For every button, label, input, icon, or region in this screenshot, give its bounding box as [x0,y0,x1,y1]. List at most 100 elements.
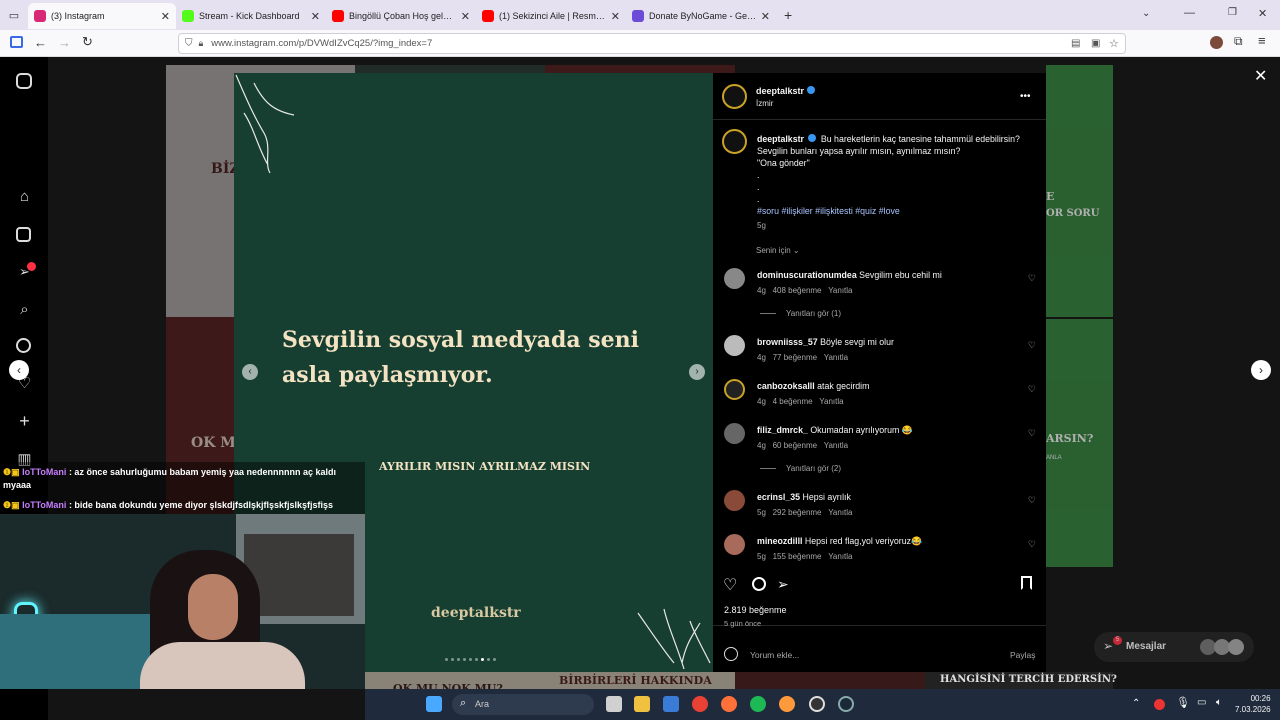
comment-likes[interactable]: 60 beğenme [773,441,817,450]
more-options-icon[interactable]: ••• [1020,91,1031,102]
comment-like-heart-icon[interactable]: ♡ [1028,539,1036,550]
reply-button[interactable]: Yanıtla [828,286,852,295]
tab-overflow-chevron-icon[interactable]: ⌄ [1142,8,1150,19]
chrome-icon[interactable] [692,696,708,712]
new-tab-button[interactable]: + [784,7,792,23]
taskbar-search[interactable]: ⌕ Ara [452,694,594,715]
comment-username[interactable]: mineozdilll [757,536,802,546]
reader-view-icon[interactable]: ▤ [1071,38,1080,49]
comment-like-heart-icon[interactable]: ♡ [1028,384,1036,395]
caption-hashtags[interactable]: #soru #ilişkiler #ilişkitesti #quiz #lov… [757,205,1037,217]
comment-username[interactable]: filiz_dmrck_ [757,425,808,435]
sort-comments-dropdown[interactable]: Senin için ⌄ [756,246,800,255]
comment-like-heart-icon[interactable]: ♡ [1028,428,1036,439]
close-icon[interactable]: ✕ [1254,66,1267,86]
comment-bubble-icon[interactable] [752,577,766,591]
reload-icon[interactable]: ↻ [82,34,93,50]
author-avatar[interactable] [722,84,747,109]
home-icon[interactable]: ⌂ [16,188,33,205]
comment-like-heart-icon[interactable]: ♡ [1028,340,1036,351]
commenter-avatar[interactable] [724,268,745,289]
comment-likes[interactable]: 77 beğenme [773,353,817,362]
comment-username[interactable]: browniisss_57 [757,337,818,347]
create-plus-icon[interactable]: + [16,412,33,430]
close-tab-icon[interactable]: ✕ [611,10,620,23]
comment-username[interactable]: ecrinsl_35 [757,492,800,502]
commenter-avatar[interactable] [724,423,745,444]
comment-like-heart-icon[interactable]: ♡ [1028,495,1036,506]
reply-button[interactable]: Yanıtla [819,397,843,406]
messages-button[interactable]: ➢ 5 Mesajlar [1094,632,1254,662]
mail-icon[interactable] [663,696,679,712]
task-view-icon[interactable] [606,696,622,712]
commenter-avatar[interactable] [724,490,745,511]
previous-slide-button[interactable]: ‹ [242,364,258,380]
menu-icon[interactable]: ≡ [1258,33,1266,48]
clock[interactable]: 00:26 7.03.2026 [1235,693,1271,715]
explore-compass-icon[interactable] [16,338,31,353]
tab-kick[interactable]: Stream - Kick Dashboard ✕ [176,3,326,29]
search-icon[interactable]: ⌕ [16,301,33,318]
url-text[interactable]: www.instagram.com/p/DVWdIZvCq25/?img_ind… [211,38,432,49]
file-explorer-icon[interactable] [634,696,650,712]
comment-input[interactable]: Yorum ekle... [750,650,799,660]
extensions-icon[interactable]: ⧉ [1234,34,1243,49]
steam-icon[interactable] [838,696,854,712]
close-tab-icon[interactable]: ✕ [311,10,320,23]
save-bookmark-icon[interactable] [1021,576,1032,590]
commenter-avatar[interactable] [724,379,745,400]
address-bar[interactable]: ⛉ 🔒︎ www.instagram.com/p/DVWdIZvCq25/?im… [178,33,1126,54]
emoji-icon[interactable] [724,647,738,661]
tab-youtube-2[interactable]: (1) Sekizinci Aile | Resmi Fragm ✕ [476,3,626,29]
share-comment-button[interactable]: Paylaş [1010,650,1036,660]
next-slide-button[interactable]: › [689,364,705,380]
post-location[interactable]: İzmir [756,99,773,108]
instagram-logo-icon[interactable] [16,73,32,89]
comment-username[interactable]: dominuscurationumdea [757,270,857,280]
tray-app-icon[interactable] [1154,699,1165,710]
reels-icon[interactable] [16,227,31,242]
tab-donate[interactable]: Donate ByNoGame - Gelen/Gid ✕ [626,3,776,29]
picture-icon[interactable]: ▣ [1091,38,1100,49]
reply-button[interactable]: Yanıtla [824,441,848,450]
spotify-icon[interactable] [750,696,766,712]
tab-youtube-1[interactable]: Bingöllü Çoban Hoş geldiniz - Y ✕ [326,3,476,29]
likes-count[interactable]: 2.819 beğenme [724,605,787,615]
comment-like-heart-icon[interactable]: ♡ [1028,273,1036,284]
comment-likes[interactable]: 155 beğenme [773,552,822,561]
profile-icon[interactable] [1210,36,1223,49]
share-icon[interactable]: ➢ [777,576,789,593]
view-replies-button[interactable]: Yanıtları gör (1) [760,309,841,318]
windows-start-icon[interactable] [426,696,442,712]
view-replies-button[interactable]: Yanıtları gör (2) [760,464,841,473]
bookmark-star-icon[interactable]: ☆ [1109,37,1119,50]
sidebar-toggle-icon[interactable] [10,36,23,48]
reply-button[interactable]: Yanıtla [828,508,852,517]
firefox-active-icon[interactable] [779,696,795,712]
shield-icon[interactable]: ⛉ [185,38,193,49]
lock-icon[interactable]: 🔒︎ [199,38,204,49]
caption-author-avatar[interactable] [722,129,747,154]
volume-icon[interactable]: 🔈︎ [1216,697,1222,708]
microphone-icon[interactable]: 🎙︎ [1176,696,1190,709]
obs-icon[interactable] [809,696,825,712]
close-window-button[interactable]: ✕ [1258,7,1267,20]
restore-button[interactable]: ❐ [1228,7,1237,18]
like-heart-icon[interactable]: ♡ [723,575,737,595]
next-post-button[interactable]: › [1251,360,1271,380]
tray-chevron-icon[interactable]: ⌃ [1132,698,1140,709]
close-tab-icon[interactable]: ✕ [761,10,770,23]
close-tab-icon[interactable]: ✕ [161,10,170,23]
firefox-icon[interactable] [721,696,737,712]
comment-likes[interactable]: 292 beğenme [773,508,822,517]
commenter-avatar[interactable] [724,534,745,555]
previous-post-button[interactable]: ‹ [9,360,29,380]
caption-username[interactable]: deeptalkstr [757,134,804,144]
comment-likes[interactable]: 408 beğenme [773,286,822,295]
comment-username[interactable]: canbozoksalll [757,381,815,391]
reply-button[interactable]: Yanıtla [828,552,852,561]
author-username[interactable]: deeptalkstr [756,86,804,96]
minimize-button[interactable]: — [1184,7,1195,19]
forward-arrow-icon[interactable]: → [58,35,71,50]
reply-button[interactable]: Yanıtla [824,353,848,362]
